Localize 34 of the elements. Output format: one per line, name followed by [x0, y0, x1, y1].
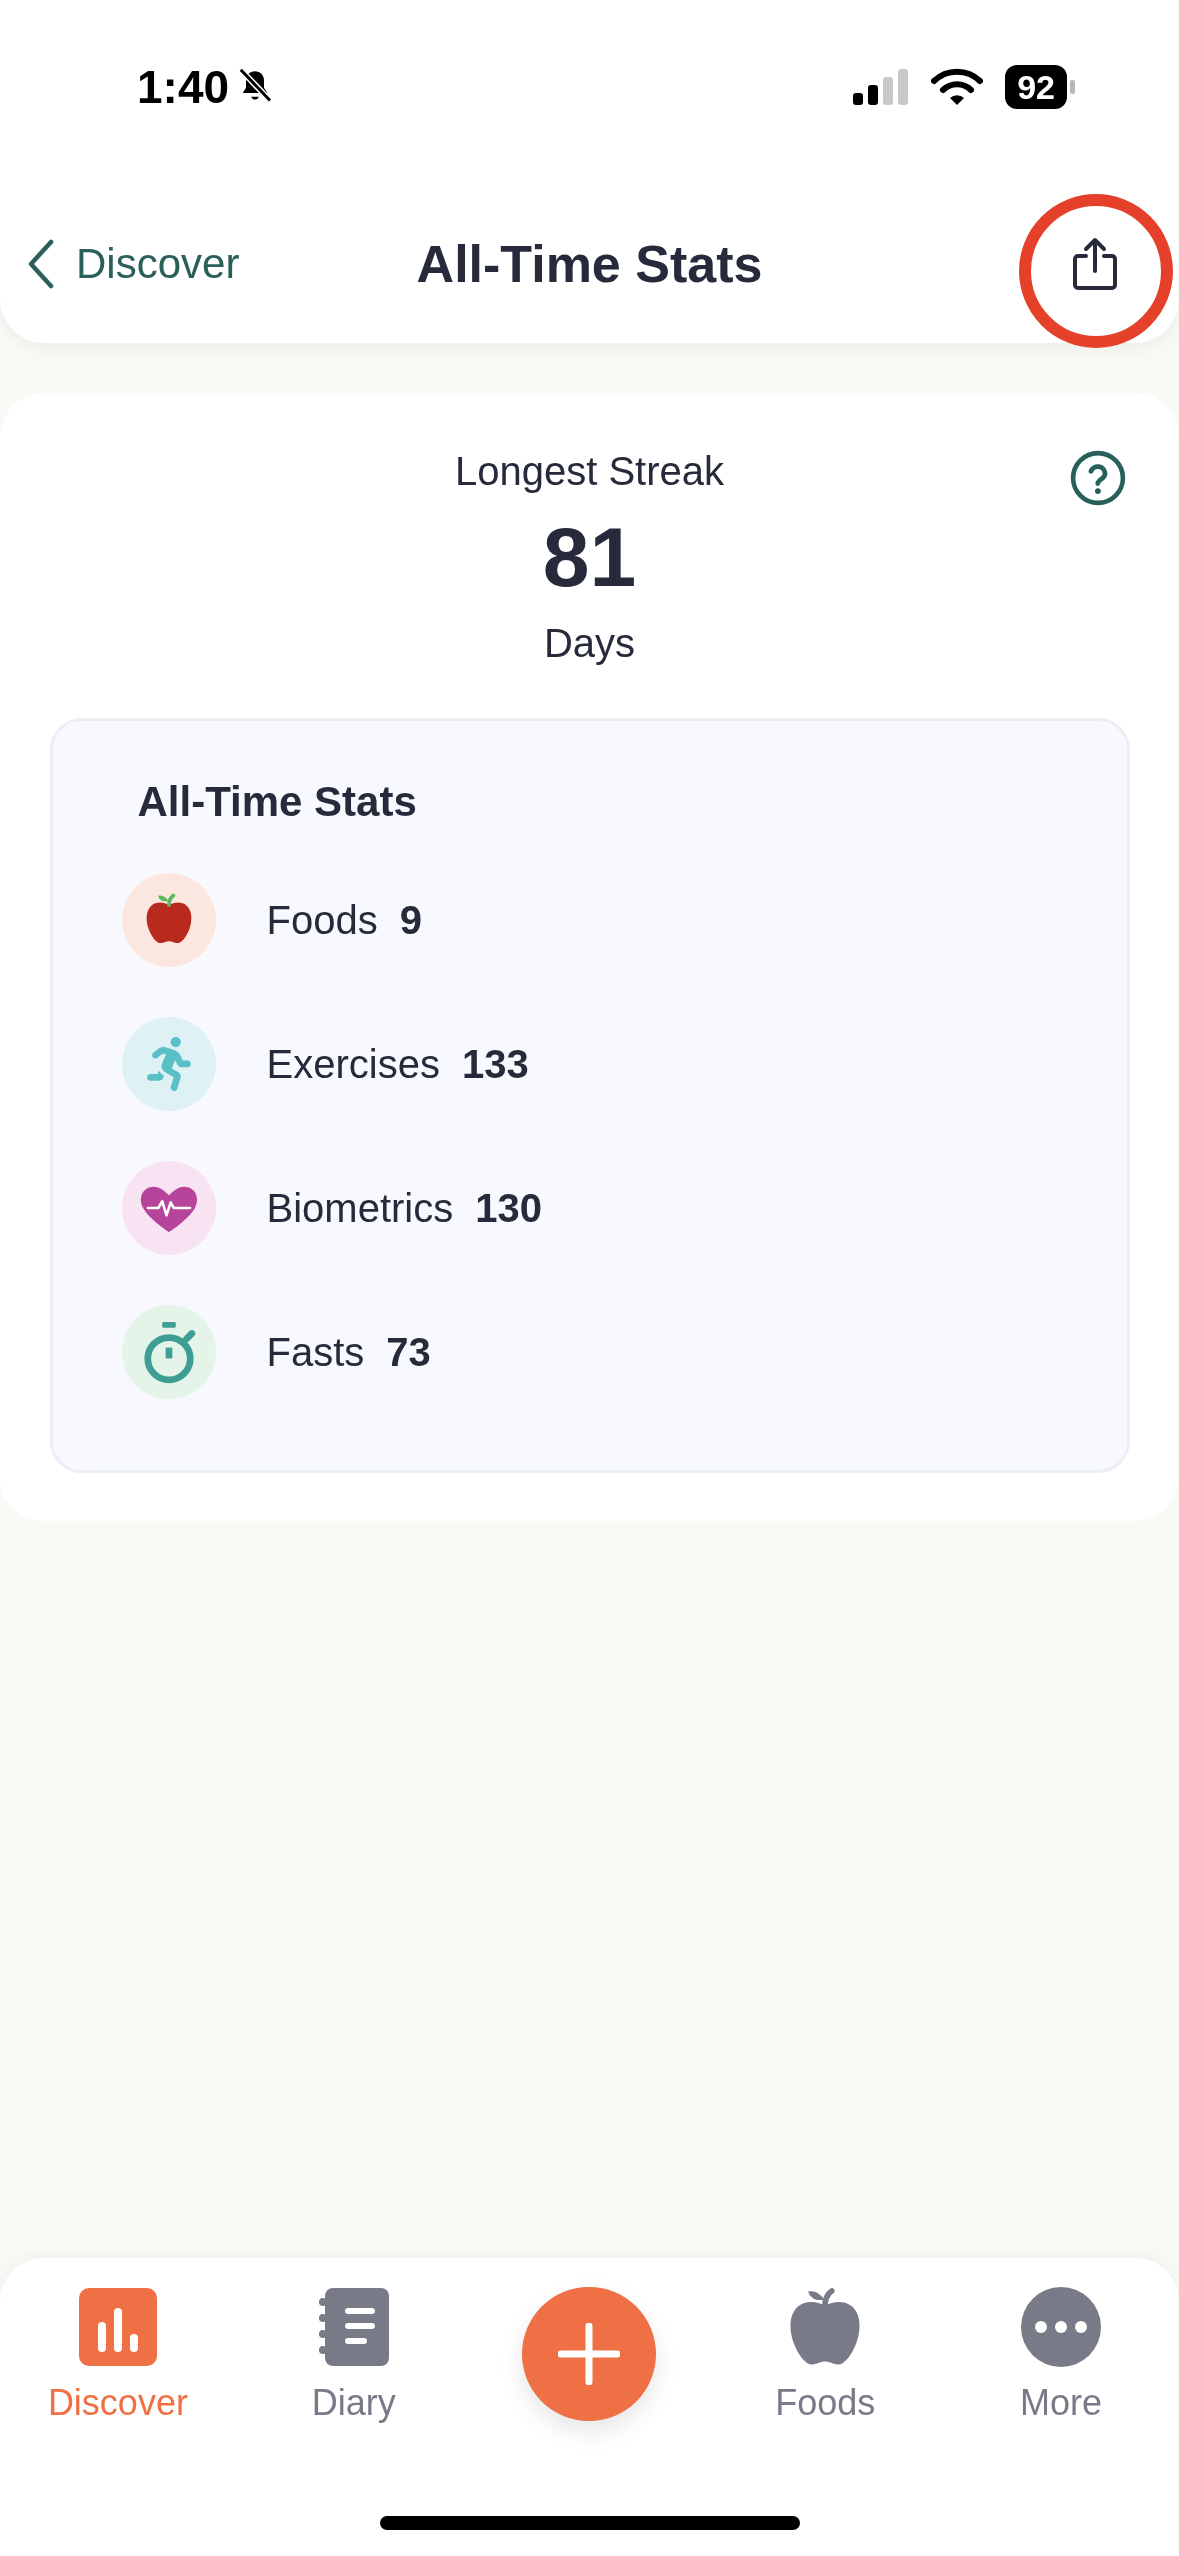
stat-label: Exercises [266, 1041, 440, 1088]
help-button[interactable] [1069, 449, 1127, 507]
tab-bar-item[interactable]: Foods [775, 2287, 876, 2425]
share-icon [1072, 236, 1118, 291]
plus-icon [558, 2323, 621, 2385]
stats-title: All-Time Stats [136, 777, 418, 827]
streak-unit: Days [543, 620, 636, 667]
stat-label: Foods [266, 897, 378, 944]
stat-label: Biometrics [266, 1185, 454, 1232]
apple-icon [789, 2287, 862, 2367]
stat-value: 9 [399, 897, 422, 944]
stat-value: 130 [475, 1185, 542, 1232]
help-icon [1069, 449, 1127, 507]
wifi-icon [931, 68, 984, 106]
battery-level: 92 [1005, 65, 1067, 109]
highlight-circle-icon [1018, 193, 1174, 349]
streak-value: 81 [542, 512, 637, 602]
stat-value: 133 [461, 1041, 529, 1088]
stat-label: Fasts [266, 1329, 365, 1376]
more-icon [1021, 2287, 1102, 2367]
tab-bar-item[interactable]: More [1020, 2287, 1103, 2425]
signal-icon [853, 69, 910, 105]
battery-cap-icon [1070, 80, 1075, 94]
streak-label: Longest Streak [454, 448, 725, 495]
stat-value: 73 [386, 1329, 431, 1376]
tab-bar-item[interactable]: Diary [311, 2287, 396, 2425]
tab-bar-item[interactable]: Discover [47, 2287, 188, 2425]
back-button[interactable]: Discover [28, 238, 240, 289]
share-button[interactable] [1070, 236, 1120, 291]
status-time: 1:40 [137, 60, 230, 114]
chevron-left-icon [28, 238, 54, 289]
notebook-icon [318, 2288, 389, 2366]
bar-chart-icon [78, 2288, 157, 2366]
page-title: All-Time Stats [416, 233, 763, 294]
